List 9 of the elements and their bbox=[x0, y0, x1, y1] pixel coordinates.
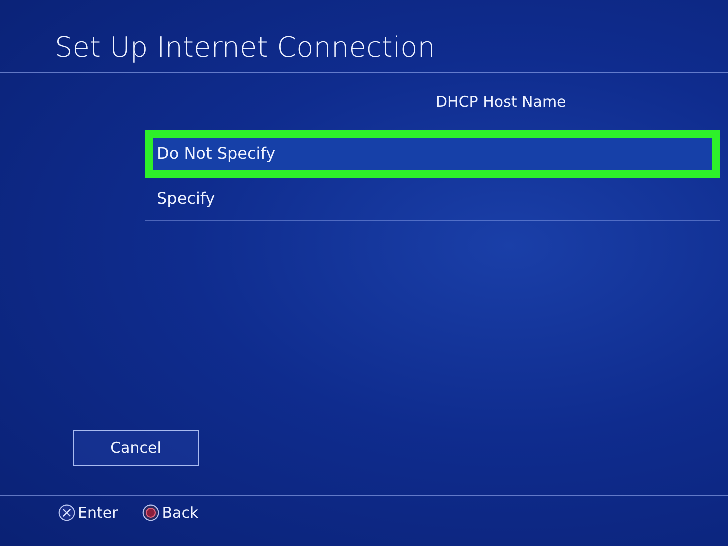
cross-button-icon bbox=[58, 504, 76, 522]
section-heading: DHCP Host Name bbox=[435, 92, 568, 112]
hint-label: Back bbox=[162, 504, 199, 522]
hint-label: Enter bbox=[78, 504, 118, 522]
screen-title: Set Up Internet Connection bbox=[54, 30, 437, 66]
cancel-button[interactable]: Cancel bbox=[73, 430, 199, 466]
option-item[interactable]: Do Not Specify bbox=[145, 130, 720, 178]
option-item[interactable]: Specify bbox=[145, 178, 720, 221]
circle-button-icon bbox=[142, 504, 160, 522]
